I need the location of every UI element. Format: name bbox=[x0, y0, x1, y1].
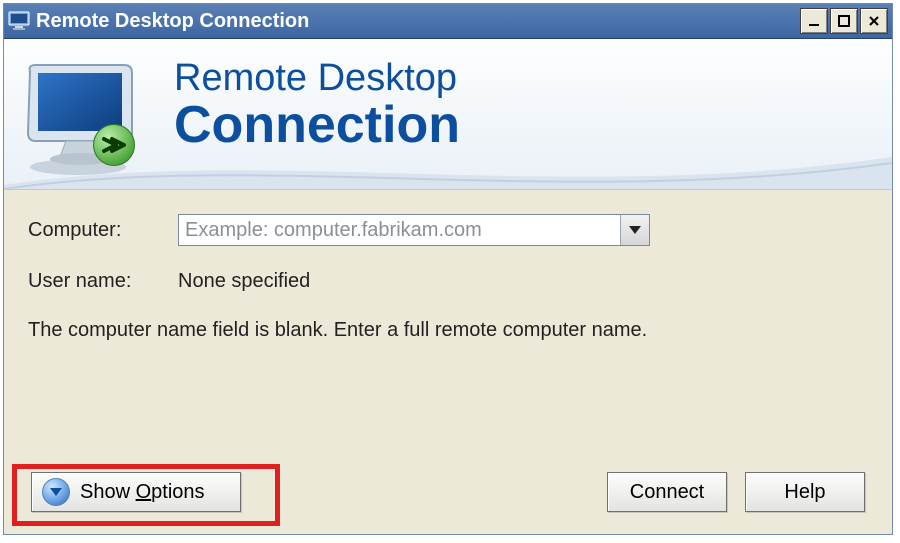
chevron-down-icon bbox=[629, 226, 641, 234]
titlebar-left: Remote Desktop Connection bbox=[8, 10, 309, 33]
computer-combo bbox=[178, 214, 650, 246]
rdc-window: Remote Desktop Connection bbox=[3, 3, 893, 535]
window-controls bbox=[800, 8, 888, 34]
computer-input[interactable] bbox=[178, 214, 650, 246]
expand-disc-icon bbox=[42, 478, 70, 506]
dialog-footer: Show Options Connect Help bbox=[7, 453, 889, 531]
user-value: None specified bbox=[178, 270, 310, 293]
computer-dropdown-button[interactable] bbox=[620, 215, 649, 245]
banner: Remote Desktop Connection bbox=[4, 39, 892, 190]
help-button[interactable]: Help bbox=[745, 472, 865, 512]
banner-title: Remote Desktop Connection bbox=[174, 59, 460, 151]
dialog-body: Computer: User name: None specified The … bbox=[4, 190, 892, 360]
show-options-button[interactable]: Show Options bbox=[31, 472, 241, 512]
computer-row: Computer: bbox=[28, 214, 868, 246]
app-icon bbox=[8, 11, 30, 31]
window-title: Remote Desktop Connection bbox=[36, 10, 309, 33]
banner-line2: Connection bbox=[174, 99, 460, 151]
chevron-down-icon bbox=[50, 488, 62, 496]
banner-monitor-icon bbox=[20, 59, 150, 184]
minimize-button[interactable] bbox=[800, 8, 828, 34]
user-row: User name: None specified bbox=[28, 270, 868, 293]
hint-text: The computer name field is blank. Enter … bbox=[28, 317, 868, 344]
banner-line1: Remote Desktop bbox=[174, 59, 460, 99]
titlebar: Remote Desktop Connection bbox=[4, 4, 892, 39]
maximize-button[interactable] bbox=[830, 8, 858, 34]
computer-label: Computer: bbox=[28, 219, 178, 242]
connect-button[interactable]: Connect bbox=[607, 472, 727, 512]
user-label: User name: bbox=[28, 270, 178, 293]
close-button[interactable] bbox=[860, 8, 888, 34]
show-options-label: Show Options bbox=[80, 481, 205, 504]
